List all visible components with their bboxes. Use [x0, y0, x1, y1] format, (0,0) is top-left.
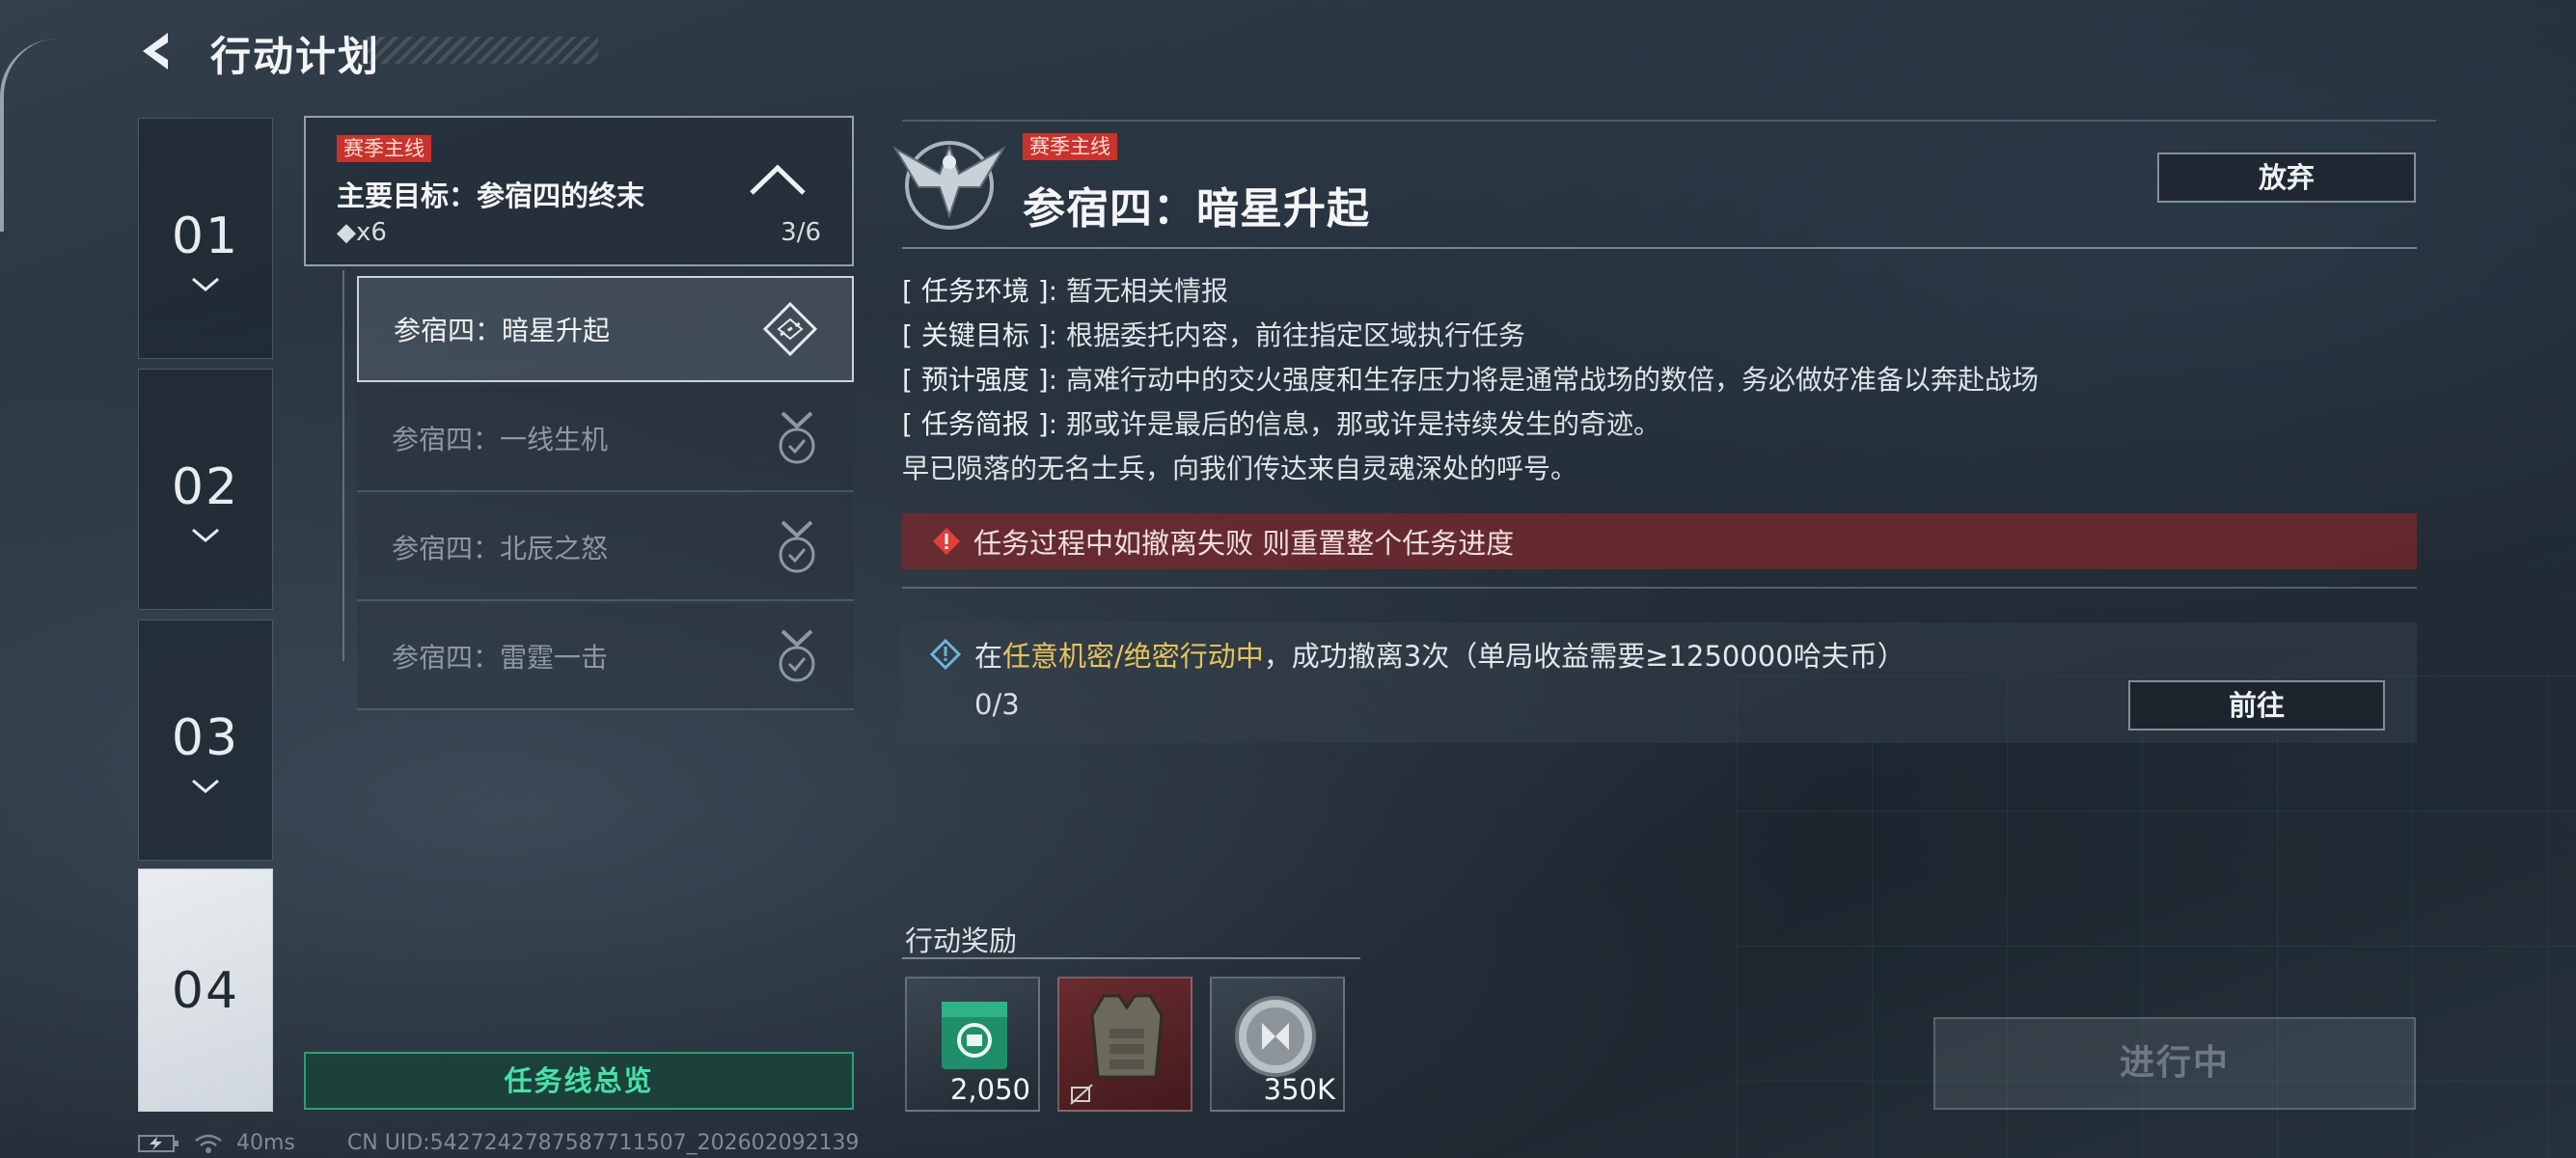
chapter-tab-04[interactable]: 04 [138, 868, 273, 1112]
chapter-number: 02 [171, 458, 240, 516]
chapter-number: 01 [171, 207, 240, 265]
main-goal-title: 主要目标：参宿四的终末 [337, 179, 645, 212]
info-key: [ 任务环境 ] [902, 275, 1049, 307]
chevron-down-icon [192, 277, 219, 291]
status-bar: 40ms CN UID:5427242787587711507_20260209… [138, 1131, 860, 1155]
no-trade-icon [1070, 1084, 1093, 1105]
info-value: : 暂无相关情报 [1048, 275, 1228, 307]
chapter-tab-03[interactable]: 03 [138, 620, 273, 861]
rewards-title: 行动奖励 [905, 924, 1018, 957]
task-progress: 0/3 [974, 688, 1020, 721]
warning-banner: 任务过程中如撤离失败 则重置整个任务进度 [902, 513, 2417, 569]
sub-mission-label: 参宿四：北辰之怒 [392, 533, 609, 565]
go-button[interactable]: 前往 [2128, 680, 2385, 731]
info-line-environment: [ 任务环境 ]: 暂无相关情报 [902, 270, 1228, 309]
info-value: : 那或许是最后的信息，那或许是持续发生的奇迹。 [1048, 408, 1660, 440]
title-decoration [367, 37, 598, 64]
divider [902, 247, 2417, 249]
chevron-down-icon [192, 779, 219, 793]
abandon-button[interactable]: 放弃 [2157, 152, 2416, 203]
divider [902, 120, 2436, 122]
main-goal-progress: 3/6 [781, 218, 821, 247]
divider [902, 957, 1360, 959]
info-key: [ 关键目标 ] [902, 319, 1049, 351]
task-suffix: ，成功撤离3次（单局收益需要≥1250000哈夫币） [1263, 640, 1905, 673]
main-goal-card[interactable]: 赛季主线 主要目标：参宿四的终末 ◆x6 3/6 [304, 116, 854, 266]
screen-edge-arc [0, 39, 62, 232]
battery-charging-icon [138, 1134, 178, 1152]
sub-mission-label: 参宿四：雷霆一击 [392, 642, 609, 674]
green-cache-icon [942, 1002, 1007, 1069]
info-line-objective: [ 关键目标 ]: 根据委托内容，前往指定区域执行任务 [902, 315, 1525, 353]
body-armor-icon [1090, 994, 1164, 1079]
reward-quantity: 350K [1263, 1073, 1335, 1106]
reward-item[interactable]: 350K [1210, 977, 1345, 1112]
mission-tree-rail [343, 270, 344, 661]
chapter-number: 04 [171, 962, 240, 1020]
silver-coin-icon [1235, 996, 1316, 1077]
medal-check-icon [779, 411, 815, 464]
in-progress-button: 进行中 [1933, 1017, 2416, 1110]
divider [902, 587, 2417, 589]
reward-quantity: 2,050 [949, 1073, 1030, 1106]
reward-item[interactable]: 2,050 [905, 977, 1040, 1112]
medal-check-icon [779, 629, 815, 682]
main-goal-reward: ◆x6 [337, 218, 387, 247]
info-line-briefing: [ 任务简报 ]: 那或许是最后的信息，那或许是持续发生的奇迹。 [902, 403, 1660, 442]
hazard-diamond-icon [762, 301, 818, 357]
task-highlight: 任意机密/绝密行动中 [1002, 640, 1264, 673]
reward-item[interactable] [1057, 977, 1192, 1112]
warning-text: 任务过程中如撤离失败 则重置整个任务进度 [973, 527, 1515, 560]
eagle-emblem-icon [892, 141, 1006, 230]
chapter-tab-02[interactable]: 02 [138, 369, 273, 610]
info-diamond-icon [930, 639, 961, 670]
sub-mission-item[interactable]: 参宿四：暗星升起 [357, 276, 854, 382]
uid-readout: CN UID:5427242787587711507_202602092139 [346, 1131, 860, 1155]
season-tag: 赛季主线 [337, 135, 431, 162]
warning-icon [933, 528, 960, 555]
info-value: : 高难行动中的交火强度和生存压力将是通常战场的数倍，务必做好准备以奔赴战场 [1048, 364, 2039, 396]
sub-mission-label: 参宿四：暗星升起 [394, 315, 611, 346]
mission-title: 参宿四：暗星升起 [1023, 184, 1370, 234]
medal-check-icon [779, 520, 815, 573]
chevron-up-icon[interactable] [748, 160, 808, 199]
task-description: 在任意机密/绝密行动中，成功撤离3次（单局收益需要≥1250000哈夫币） [974, 634, 1905, 675]
info-line-extra: 早已陨落的无名士兵，向我们传达来自灵魂深处的呼号。 [902, 453, 1578, 484]
sub-mission-item[interactable]: 参宿四：北辰之怒 [357, 495, 854, 601]
wifi-icon [195, 1134, 222, 1153]
chapter-number: 03 [171, 709, 240, 767]
sub-mission-label: 参宿四：一线生机 [392, 424, 609, 455]
info-key: [ 任务简报 ] [902, 408, 1049, 440]
info-value: : 根据委托内容，前往指定区域执行任务 [1048, 319, 1525, 351]
mission-line-overview-button[interactable]: 任务线总览 [304, 1052, 854, 1110]
page-title: 行动计划 [210, 33, 381, 80]
chevron-down-icon [192, 528, 219, 542]
info-key: [ 预计强度 ] [902, 364, 1049, 396]
sub-mission-item[interactable]: 参宿四：一线生机 [357, 386, 854, 492]
sub-mission-item[interactable]: 参宿四：雷霆一击 [357, 604, 854, 710]
season-tag: 赛季主线 [1023, 133, 1117, 160]
chapter-tab-01[interactable]: 01 [138, 118, 273, 359]
info-line-intensity: [ 预计强度 ]: 高难行动中的交火强度和生存压力将是通常战场的数倍，务必做好准… [902, 359, 2039, 398]
ping-readout: 40ms [236, 1131, 295, 1155]
back-arrow-icon[interactable] [135, 29, 179, 73]
task-prefix: 在 [974, 640, 1003, 673]
